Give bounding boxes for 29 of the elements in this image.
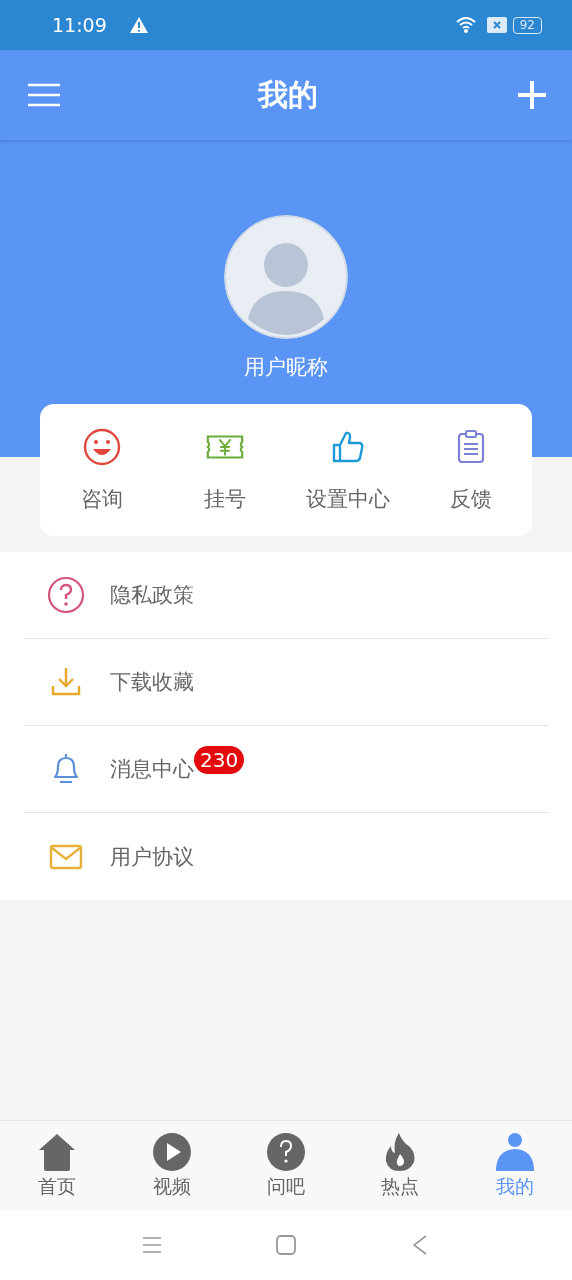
avatar[interactable]: [224, 215, 348, 339]
tab-item[interactable]: 视频: [114, 1121, 229, 1210]
menu-item[interactable]: 用户协议: [24, 813, 548, 900]
page-title: 我的: [258, 75, 318, 114]
tab-item[interactable]: 问吧: [228, 1121, 344, 1210]
shortcut-item[interactable]: 挂号: [163, 404, 286, 536]
count-badge: 230: [194, 746, 245, 774]
status-time: 11:09: [52, 14, 107, 36]
shortcut-item[interactable]: 设置中心: [286, 404, 409, 536]
warning-icon: [128, 16, 149, 34]
menu-item[interactable]: 隐私政策: [24, 552, 548, 639]
tab-item[interactable]: 热点: [343, 1121, 458, 1210]
person-icon: [494, 1131, 535, 1172]
menu-label: 用户协议: [110, 843, 194, 871]
menu-item[interactable]: 消息中心 230: [24, 726, 548, 813]
menu-label: 消息中心: [110, 756, 194, 783]
menu-label: 下载收藏: [110, 669, 194, 696]
battery-indicator: 92: [512, 16, 542, 34]
user-nickname: 用户昵称: [244, 354, 328, 381]
home-icon[interactable]: [274, 1233, 298, 1257]
question-icon: [46, 575, 86, 615]
tab-item[interactable]: 首页: [0, 1121, 115, 1210]
shortcut-item[interactable]: 咨询: [40, 404, 163, 536]
menu-item[interactable]: 下载收藏: [24, 639, 548, 726]
question-icon: [266, 1131, 306, 1172]
sim-off-icon: [486, 16, 507, 34]
play-icon: [151, 1131, 192, 1172]
shortcut-item[interactable]: 反馈: [409, 404, 532, 536]
menu-label: 隐私政策: [110, 582, 194, 609]
